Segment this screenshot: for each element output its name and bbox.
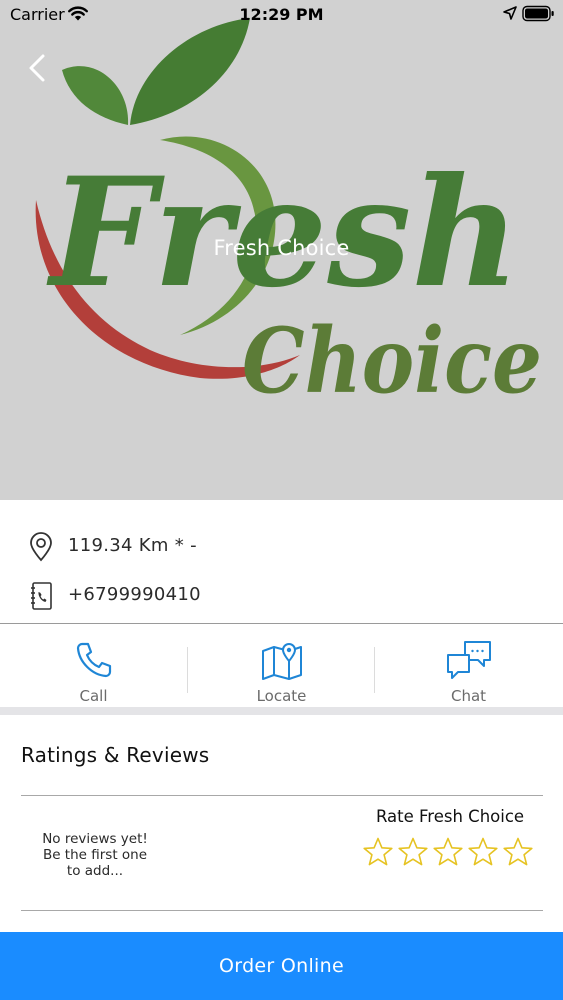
- phone-icon: [76, 642, 111, 678]
- order-online-button[interactable]: Order Online: [0, 932, 563, 1000]
- status-bar: Carrier 12:29 PM: [0, 0, 563, 32]
- battery-icon: [522, 5, 554, 22]
- star-rating-input[interactable]: [362, 836, 542, 872]
- no-reviews-line: to add...: [66, 863, 124, 879]
- store-hero-image: Fresh Choice Fresh Choice: [0, 0, 563, 500]
- chat-button[interactable]: Chat: [375, 625, 562, 707]
- phone-row[interactable]: +6799990410: [0, 571, 563, 619]
- star-3-icon[interactable]: [432, 836, 464, 868]
- map-locate-icon: [261, 643, 302, 680]
- phone-number[interactable]: +6799990410: [68, 584, 201, 605]
- rate-store-label: Rate Fresh Choice: [375, 807, 525, 826]
- no-reviews-line: Be the first one: [42, 847, 148, 863]
- chat-label: Chat: [450, 687, 487, 705]
- locate-button[interactable]: Locate: [188, 625, 375, 707]
- star-1-icon[interactable]: [362, 836, 394, 868]
- ratings-section-title: Ratings & Reviews: [21, 743, 210, 767]
- star-2-icon[interactable]: [397, 836, 429, 868]
- store-name-title: Fresh Choice: [213, 236, 350, 260]
- no-reviews-line: No reviews yet!: [42, 831, 148, 847]
- section-spacer: [0, 707, 563, 715]
- locate-label: Locate: [256, 687, 307, 705]
- no-reviews-message: No reviews yet! Be the first one to add.…: [30, 831, 160, 879]
- back-button[interactable]: [20, 50, 56, 86]
- star-5-icon[interactable]: [502, 836, 534, 868]
- chevron-left-icon: [29, 54, 45, 82]
- call-label: Call: [79, 687, 108, 705]
- chat-bubbles-icon: [446, 641, 491, 679]
- divider: [0, 623, 563, 624]
- location-arrow-icon: [503, 6, 517, 20]
- call-button[interactable]: Call: [0, 625, 187, 707]
- divider: [21, 795, 543, 796]
- phone-book-icon: [31, 582, 52, 610]
- star-4-icon[interactable]: [467, 836, 499, 868]
- map-pin-icon: [30, 532, 52, 562]
- divider: [21, 910, 543, 911]
- distance-row: 119.34 Km * -: [0, 522, 563, 570]
- action-bar: Call Locate Chat: [0, 625, 563, 707]
- distance-text: 119.34 Km * -: [68, 535, 197, 556]
- status-time: 12:29 PM: [239, 5, 324, 24]
